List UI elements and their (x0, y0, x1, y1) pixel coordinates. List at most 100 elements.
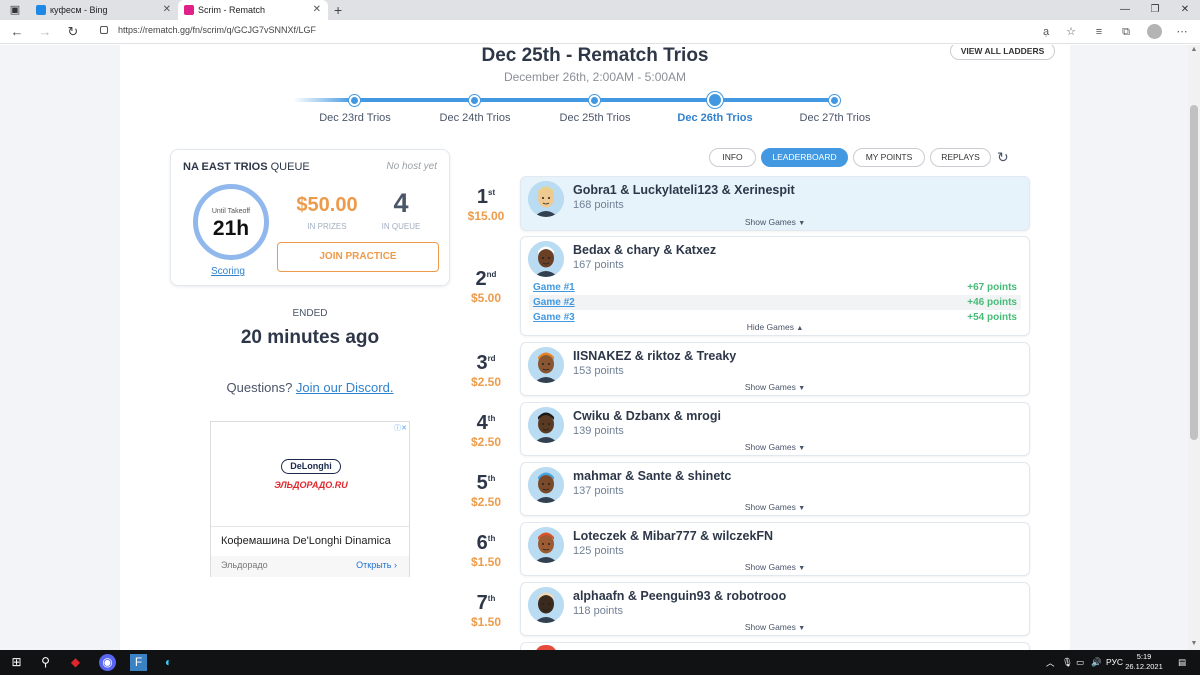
tab-leaderboard[interactable]: LEADERBOARD (761, 148, 848, 167)
queue-label: QUEUE (270, 161, 310, 173)
leaderboard-entry[interactable]: IISNAKEZ & riktoz & Treaky 153 points Show… (520, 342, 1030, 396)
main-page: Dec 25th - Rematch Trios December 26th, … (120, 45, 1070, 650)
network-icon[interactable]: ▭ (1076, 657, 1084, 668)
profile-avatar-icon[interactable] (1147, 24, 1162, 39)
toggle-chevron-icon: ▼ (798, 385, 806, 392)
back-icon[interactable]: ← (9, 24, 25, 40)
close-window-icon[interactable]: ✕ (1170, 0, 1200, 20)
tab-replays[interactable]: REPLAYS (930, 148, 991, 167)
leaderboard-entry[interactable]: Bedax & chary & Katxez 167 points Game #1 +… (520, 236, 1030, 336)
forward-icon[interactable]: → (37, 24, 53, 40)
browser-tab-bing[interactable]: куфесм - Bing ✕ (30, 0, 178, 20)
close-tab-icon[interactable]: ✕ (313, 0, 321, 20)
rank-prize: $2.50 (470, 495, 502, 509)
avatar-image (528, 587, 564, 623)
scrollbar-thumb[interactable] (1190, 105, 1198, 440)
toggle-games-button[interactable]: Show Games ▼ (521, 382, 1029, 392)
toggle-games-button[interactable]: Hide Games ▲ (521, 322, 1029, 332)
microphone-icon[interactable]: 🎙 (1062, 657, 1073, 668)
team-avatar (528, 587, 564, 623)
bing-favicon-icon (36, 5, 46, 15)
rank-number: 7th (476, 592, 496, 614)
url-field[interactable]: https://rematch.gg/fn/scrim/q/GCJG7vSNNX… (118, 25, 316, 35)
toggle-games-label: Show Games (744, 502, 796, 512)
leaderboard-entry[interactable]: mahmar & Sante & shinetc 137 points Show G… (520, 462, 1030, 516)
clock-date: 26.12.2021 (1125, 662, 1163, 671)
host-status: No host yet (386, 161, 437, 172)
team-points: 167 points (573, 259, 624, 271)
minimize-icon[interactable]: — (1110, 0, 1140, 20)
tab-info[interactable]: INFO (709, 148, 756, 167)
timeline-item-dec-24[interactable]: Dec 24th Trios (425, 112, 525, 124)
collections-icon[interactable]: ⧉ (1118, 24, 1134, 40)
avatar-image (528, 347, 564, 383)
timeline-item-dec-25[interactable]: Dec 25th Trios (545, 112, 645, 124)
refresh-icon[interactable]: ↻ (997, 149, 1009, 166)
ad-open-link[interactable]: Открыть › (356, 560, 397, 570)
notifications-icon[interactable]: ▤ (1178, 657, 1186, 668)
rank-prize: $2.50 (470, 375, 502, 389)
game-link[interactable]: Game #2 (533, 295, 575, 310)
browser-tab-rematch[interactable]: Scrim - Rematch ✕ (178, 0, 328, 20)
tab-my-points[interactable]: MY POINTS (853, 148, 925, 167)
timeline-item-dec-26[interactable]: Dec 26th Trios (665, 112, 765, 124)
edge-icon[interactable]: ◐ (160, 654, 177, 671)
avatar-image (528, 407, 564, 443)
ad-banner[interactable]: ⓘ✕ DeLonghi ЭЛЬДОРАДО.RU Кофемашина De'L… (210, 421, 410, 577)
page-title: Dec 25th - Rematch Trios (481, 45, 709, 66)
scoring-link[interactable]: Scoring (211, 266, 245, 277)
address-bar: ← → ↻ https://rematch.gg/fn/scrim/q/GCJG… (0, 20, 1200, 44)
volume-icon[interactable]: 🔊 (1091, 657, 1102, 668)
timeline-dot[interactable] (589, 95, 600, 106)
leaderboard-entry[interactable]: Gobra1 & Luckylateli123 & Xerinespit 168 … (520, 176, 1030, 231)
clock[interactable]: 5:19 26.12.2021 (1124, 652, 1164, 672)
search-icon[interactable]: ⚲ (37, 654, 54, 671)
rank-block: 7th $1.50 (460, 592, 512, 629)
leaderboard-entry[interactable]: Loteczek & Mibar777 & wilczekFN 125 point… (520, 522, 1030, 576)
scroll-up-icon[interactable]: ▲ (1188, 46, 1200, 53)
team-points: 118 points (573, 605, 623, 617)
team-avatar (528, 181, 564, 217)
close-tab-icon[interactable]: ✕ (163, 0, 171, 20)
rank-prize: $15.00 (467, 209, 505, 223)
queue-card: NA EAST TRIOS QUEUE No host yet Until Ta… (170, 149, 450, 286)
scroll-down-icon[interactable]: ▼ (1188, 640, 1200, 647)
game-link[interactable]: Game #1 (533, 280, 575, 295)
toggle-games-label: Show Games (744, 442, 796, 452)
toggle-games-button[interactable]: Show Games ▼ (521, 622, 1029, 632)
favorite-add-icon[interactable]: ☆ (1063, 24, 1079, 40)
tab-actions-icon[interactable]: ▣ (8, 3, 22, 17)
read-aloud-icon[interactable]: ạ (1038, 24, 1054, 40)
timeline-dot[interactable] (469, 95, 480, 106)
start-icon[interactable]: ⊞ (8, 654, 25, 671)
maximize-icon[interactable]: ❐ (1140, 0, 1170, 20)
rank-suffix: th (487, 474, 496, 483)
more-icon[interactable]: ⋯ (1174, 24, 1190, 40)
rank-suffix: th (487, 414, 496, 423)
timeline-dot[interactable] (829, 95, 840, 106)
toggle-games-button[interactable]: Show Games ▼ (521, 442, 1029, 452)
toggle-games-button[interactable]: Show Games ▼ (521, 217, 1029, 227)
fortnite-icon[interactable]: F (130, 654, 147, 671)
discord-icon[interactable]: ◉ (99, 654, 116, 671)
ad-headline[interactable]: Кофемашина De'Longhi Dinamica (221, 535, 391, 547)
new-tab-icon[interactable]: + (334, 0, 342, 20)
leaderboard-entry[interactable]: Cwiku & Dzbanx & mrogi 139 points Show Gam… (520, 402, 1030, 456)
view-all-ladders-button[interactable]: VIEW ALL LADDERS (950, 45, 1055, 60)
timeline-dot-active[interactable] (707, 92, 723, 108)
app-icon[interactable]: ◆ (67, 654, 84, 671)
timeline-dot[interactable] (349, 95, 360, 106)
language-indicator[interactable]: РУС (1106, 657, 1123, 667)
timeline-item-dec-23[interactable]: Dec 23rd Trios (305, 112, 405, 124)
ad-choices-icon[interactable]: ⓘ✕ (391, 423, 407, 432)
toggle-games-button[interactable]: Show Games ▼ (521, 502, 1029, 512)
reload-icon[interactable]: ↻ (65, 24, 81, 40)
discord-link[interactable]: Join our Discord. (296, 380, 394, 395)
join-practice-button[interactable]: JOIN PRACTICE (277, 242, 439, 272)
leaderboard-entry[interactable]: alphaafn & Peenguin93 & robotrooo 118 poi… (520, 582, 1030, 636)
timeline-item-dec-27[interactable]: Dec 27th Trios (785, 112, 885, 124)
tray-chevron-icon[interactable]: ︿ (1046, 657, 1055, 669)
favorites-icon[interactable]: ≡ (1091, 24, 1107, 40)
toggle-games-button[interactable]: Show Games ▼ (521, 562, 1029, 572)
leaderboard-entry-partial[interactable] (520, 642, 1030, 650)
